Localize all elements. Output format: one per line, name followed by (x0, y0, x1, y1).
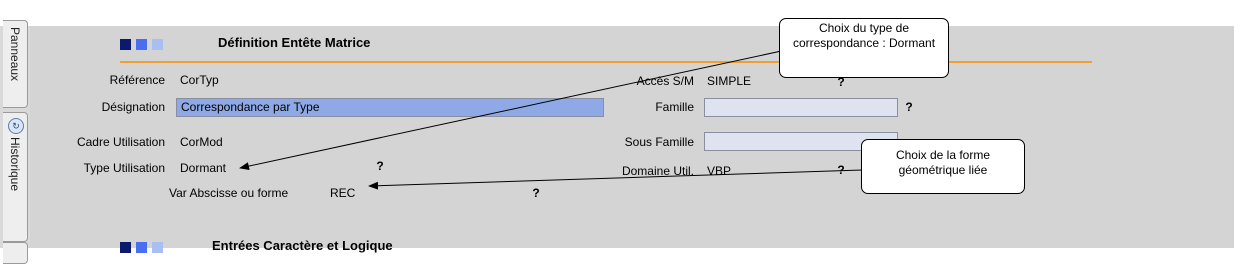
callout-forme: Choix de la forme géométrique liée (861, 139, 1025, 194)
arrow-type (239, 49, 787, 171)
annotation-arrows (239, 49, 863, 190)
arrow-forme (368, 169, 863, 190)
callout-type: Choix du type de correspondance : Dorman… (779, 18, 949, 78)
